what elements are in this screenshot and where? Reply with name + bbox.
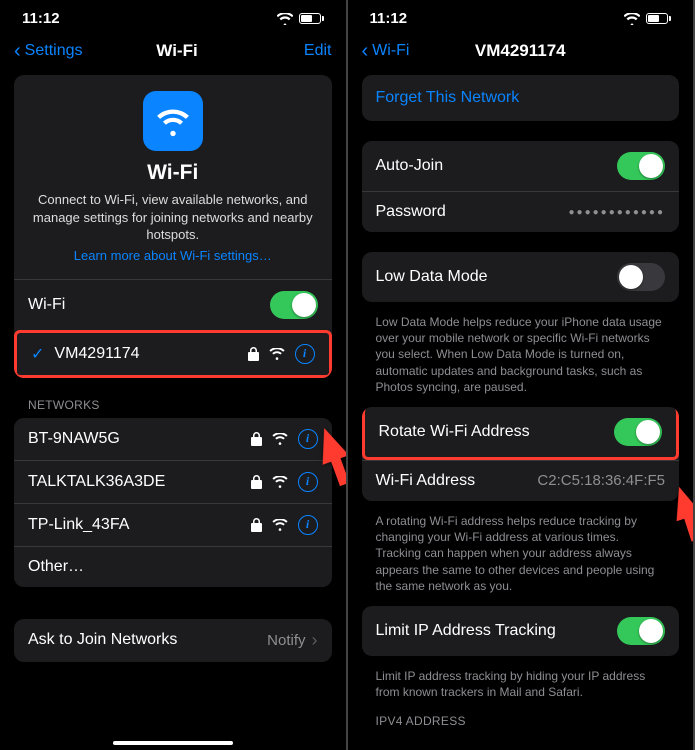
page-title: VM4291174: [422, 41, 620, 61]
back-label: Settings: [25, 42, 83, 60]
low-data-description: Low Data Mode helps reduce your iPhone d…: [362, 308, 680, 395]
lock-icon: [251, 475, 262, 489]
other-label: Other…: [28, 558, 318, 576]
network-row[interactable]: TP-Link_43FA i: [14, 503, 332, 546]
back-button[interactable]: ‹ Wi-Fi: [362, 42, 422, 60]
status-bar: 11:12: [0, 0, 346, 33]
password-row[interactable]: Password ●●●●●●●●●●●●: [362, 191, 680, 232]
wifi-icon: [272, 519, 288, 531]
auto-join-toggle[interactable]: [617, 152, 665, 180]
feature-title: Wi-Fi: [30, 161, 316, 185]
battery-icon: [646, 13, 671, 24]
lock-icon: [251, 518, 262, 532]
wifi-address-value: C2:C5:18:36:4F:F5: [537, 472, 665, 489]
low-data-label: Low Data Mode: [376, 268, 618, 286]
network-detail-screen: 11:12 ‹ Wi-Fi VM4291174 Forget This Netw…: [348, 0, 695, 750]
checkmark-icon: ✓: [31, 344, 44, 364]
wifi-icon: [272, 476, 288, 488]
info-icon[interactable]: i: [295, 344, 315, 364]
lock-icon: [251, 432, 262, 446]
limit-tracking-description: Limit IP address tracking by hiding your…: [362, 662, 680, 700]
wifi-feature-icon: [143, 91, 203, 151]
rotate-description: A rotating Wi-Fi address helps reduce tr…: [362, 507, 680, 594]
info-icon[interactable]: i: [298, 472, 318, 492]
low-data-toggle[interactable]: [617, 263, 665, 291]
status-time: 11:12: [22, 10, 60, 27]
status-time: 11:12: [370, 10, 408, 27]
networks-list: BT-9NAW5G i TALKTALK36A3DE i TP-Link_43F…: [14, 418, 332, 587]
info-icon[interactable]: i: [298, 515, 318, 535]
password-value: ●●●●●●●●●●●●: [569, 207, 665, 218]
status-indicators: [277, 13, 324, 25]
networks-header: Networks: [14, 398, 332, 418]
auto-join-label: Auto-Join: [376, 157, 618, 175]
wifi-feature-card: Wi-Fi Connect to Wi-Fi, view available n…: [14, 75, 332, 378]
chevron-left-icon: ‹: [14, 43, 21, 59]
battery-icon: [299, 13, 324, 24]
wifi-icon: [269, 348, 285, 360]
status-indicators: [624, 13, 671, 25]
chevron-left-icon: ‹: [362, 43, 369, 59]
wifi-settings-screen: 11:12 ‹ Settings Wi-Fi Edit Wi-Fi Connec…: [0, 0, 348, 750]
current-network-row[interactable]: ✓ VM4291174 i: [14, 330, 332, 378]
wifi-status-icon: [624, 13, 640, 25]
page-title: Wi-Fi: [82, 41, 271, 61]
nav-bar: ‹ Settings Wi-Fi Edit: [0, 33, 346, 75]
forget-network-button[interactable]: Forget This Network: [362, 75, 680, 121]
ipv4-header: IPV4 ADDRESS: [362, 714, 680, 734]
status-bar: 11:12: [348, 0, 694, 33]
back-button[interactable]: ‹ Settings: [14, 42, 82, 60]
wifi-toggle-label: Wi-Fi: [28, 296, 270, 314]
wifi-toggle[interactable]: [270, 291, 318, 319]
other-network-row[interactable]: Other…: [14, 546, 332, 587]
back-label: Wi-Fi: [372, 42, 409, 60]
lock-icon: [248, 347, 259, 361]
ask-label: Ask to Join Networks: [28, 631, 267, 649]
limit-tracking-toggle[interactable]: [617, 617, 665, 645]
rotate-address-toggle[interactable]: [614, 418, 662, 446]
learn-more-link[interactable]: Learn more about Wi-Fi settings…: [74, 248, 272, 263]
wifi-status-icon: [277, 13, 293, 25]
home-indicator[interactable]: [113, 741, 233, 745]
network-name: TP-Link_43FA: [28, 516, 251, 534]
limit-tracking-label: Limit IP Address Tracking: [376, 622, 618, 640]
wifi-address-label: Wi-Fi Address: [376, 472, 538, 490]
ask-to-join-row[interactable]: Ask to Join Networks Notify ›: [14, 619, 332, 662]
network-name: BT-9NAW5G: [28, 430, 251, 448]
network-row[interactable]: TALKTALK36A3DE i: [14, 460, 332, 503]
wifi-address-row: Wi-Fi Address C2:C5:18:36:4F:F5: [362, 460, 680, 501]
chevron-right-icon: ›: [312, 630, 318, 651]
wifi-icon: [272, 433, 288, 445]
feature-description: Connect to Wi-Fi, view available network…: [30, 191, 316, 244]
network-name: TALKTALK36A3DE: [28, 473, 251, 491]
current-network-name: VM4291174: [54, 345, 247, 363]
password-label: Password: [376, 203, 569, 221]
network-row[interactable]: BT-9NAW5G i: [14, 418, 332, 460]
rotate-address-label: Rotate Wi-Fi Address: [379, 423, 615, 441]
edit-button[interactable]: Edit: [272, 42, 332, 60]
nav-bar: ‹ Wi-Fi VM4291174: [348, 33, 694, 75]
ask-value: Notify: [267, 632, 305, 649]
